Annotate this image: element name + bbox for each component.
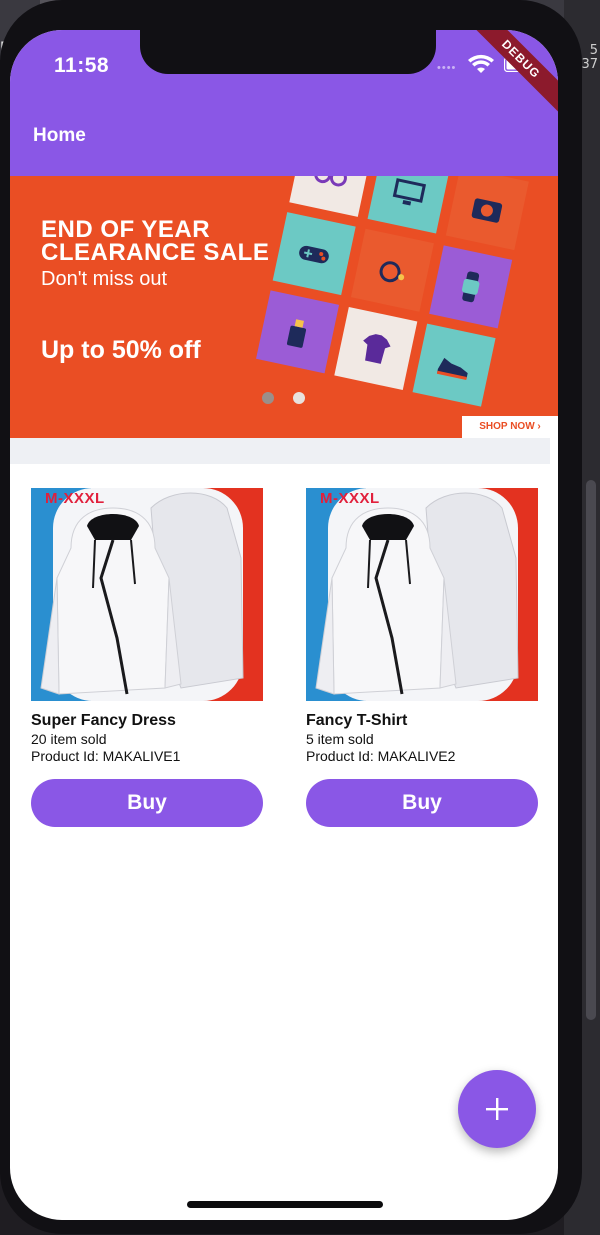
camera-tile — [445, 176, 529, 251]
pocket-watch-icon — [379, 261, 405, 283]
size-tag: M-XXXL — [320, 490, 380, 507]
banner-discount: Up to 50% off — [41, 336, 201, 364]
perfume-tile — [256, 290, 340, 374]
gamepad-icon — [299, 245, 329, 264]
hoodie-illustration — [40, 492, 244, 695]
banner-headline: CLEARANCE SALE — [41, 239, 270, 266]
size-tag: M-XXXL — [45, 490, 105, 507]
product-id: Product Id: MAKALIVE1 — [31, 748, 181, 764]
product-id: Product Id: MAKALIVE2 — [306, 748, 456, 764]
banner-headline: END OF YEAR — [41, 216, 211, 243]
notch — [140, 30, 436, 74]
desktop-side-text: 5 37 — [581, 44, 598, 72]
banner-product-collage — [230, 176, 558, 438]
status-time: 11:58 — [54, 54, 110, 77]
section-divider — [10, 438, 550, 464]
product-card[interactable]: M-XXXL Super Fancy Dress 20 item sold Pr… — [31, 488, 263, 827]
watch-tile — [350, 228, 434, 312]
product-sold-count: 20 item sold — [31, 731, 107, 747]
debug-banner: DEBUG — [460, 30, 558, 120]
smartwatch-tile — [429, 245, 513, 329]
plus-icon — [486, 1098, 508, 1120]
hoodie-illustration — [315, 492, 519, 695]
buy-button[interactable]: Buy — [306, 779, 538, 827]
product-card[interactable]: M-XXXL Fancy T-Shirt 5 item sold Product… — [306, 488, 538, 827]
shirt-tile — [334, 306, 418, 390]
sunglasses-tile — [289, 176, 373, 217]
gamepad-tile — [272, 212, 356, 296]
product-sold-count: 5 item sold — [306, 731, 374, 747]
buy-button[interactable]: Buy — [31, 779, 263, 827]
monitor-tile — [367, 176, 451, 234]
smartwatch-icon — [461, 271, 480, 303]
home-indicator[interactable] — [187, 1201, 383, 1208]
banner-subtitle: Don't miss out — [41, 268, 168, 290]
product-image[interactable]: M-XXXL — [31, 488, 263, 701]
carousel-indicator-dot-active[interactable] — [293, 392, 305, 404]
page-title: Home — [33, 125, 86, 146]
sneaker-tile — [412, 323, 496, 407]
desktop-scrollbar[interactable] — [586, 480, 596, 1020]
monitor-icon — [392, 178, 427, 206]
shirt-icon — [363, 334, 391, 364]
phone-screen: 11:58 •••• DEBUG Home END OF YEAR CLEARA… — [10, 30, 558, 1220]
app-bar: 11:58 •••• DEBUG Home — [10, 30, 558, 176]
camera-icon — [471, 198, 503, 223]
shop-now-button[interactable]: SHOP NOW › — [462, 416, 558, 438]
desktop-side-text-line: 5 — [589, 43, 598, 58]
promo-banner[interactable]: END OF YEAR CLEARANCE SALE Don't miss ou… — [10, 176, 558, 438]
product-name: Super Fancy Dress — [31, 712, 176, 729]
sneaker-icon — [436, 357, 468, 380]
phone-frame: 11:58 •••• DEBUG Home END OF YEAR CLEARA… — [0, 0, 582, 1234]
bottle-icon — [286, 319, 307, 348]
glasses-icon — [314, 176, 347, 187]
wifi-icon — [468, 54, 494, 73]
cellular-signal-icon: •••• — [437, 62, 457, 74]
product-name: Fancy T-Shirt — [306, 712, 408, 729]
desktop-side-text-line: 37 — [581, 57, 598, 72]
product-image[interactable]: M-XXXL — [306, 488, 538, 701]
carousel-indicator-dot[interactable] — [262, 392, 274, 404]
add-fab-button[interactable] — [458, 1070, 536, 1148]
